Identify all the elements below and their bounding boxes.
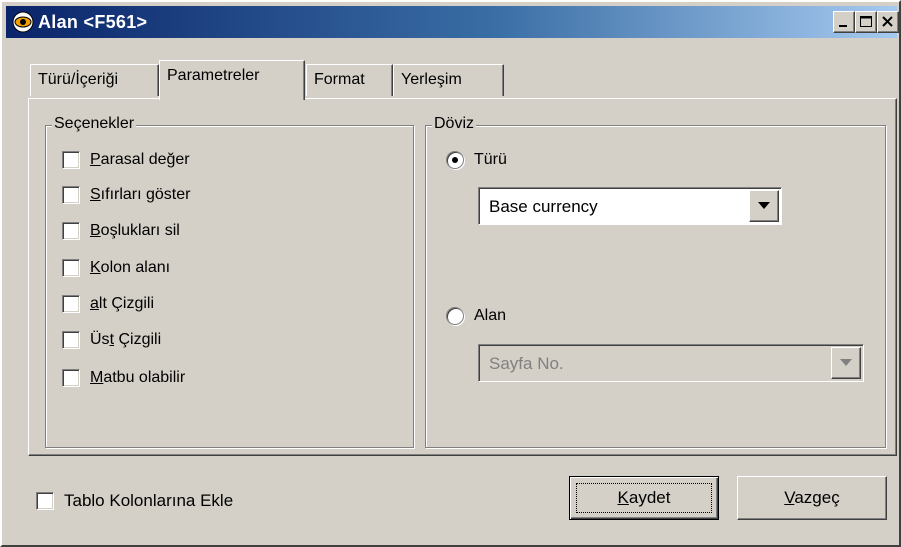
checkbox-column-field[interactable]: Kolon alanı [62,256,170,280]
currency-type-select[interactable]: Base currency [478,187,782,225]
chevron-down-icon [840,359,852,366]
checkbox-label: Tablo Kolonlarına Ekle [64,491,234,510]
tab-panel-parameters: Seçenekler Parasal değer Sıfırları göste… [28,98,897,456]
radio-button[interactable] [446,307,464,325]
radio-field[interactable]: Alan [446,304,506,328]
checkbox-box[interactable] [62,295,80,313]
radio-type[interactable]: Türü [446,148,507,172]
tab-label: Parametreler [167,67,260,84]
select-value: Base currency [489,197,598,216]
window-title: Alan <F561> [38,12,148,32]
options-group-title: Seçenekler [52,115,137,133]
checkbox-label: Parasal değer [90,151,190,168]
checkbox-label: Boşlukları sil [90,222,180,239]
dropdown-button[interactable] [831,347,861,379]
radio-button[interactable] [446,151,464,169]
checkbox-printable[interactable]: Matbu olabilir [62,366,185,390]
options-group: Seçenekler Parasal değer Sıfırları göste… [45,115,414,448]
dropdown-button[interactable] [749,190,779,222]
close-icon [882,16,893,27]
checkbox-box[interactable] [62,222,80,240]
tab-label: Yerleşim [401,71,462,88]
tab-format[interactable]: Format [306,64,393,96]
checkbox-box[interactable] [62,331,80,349]
focus-rect [576,483,712,513]
checkbox-label: Matbu olabilir [90,369,186,386]
currency-field-select[interactable]: Sayfa No. [478,344,864,382]
checkbox-box[interactable] [62,259,80,277]
button-label: Vazgeç [784,488,840,507]
checkbox-monetary-value[interactable]: Parasal değer [62,148,190,172]
checkbox-box[interactable] [62,369,80,387]
checkbox-label: Kolon alanı [90,259,171,276]
dialog-window: Alan <F561> Türü/İçeriği Parametreler Fo… [0,0,901,547]
radio-selected-dot [452,157,458,163]
radio-label: Alan [474,307,507,324]
maximize-button[interactable] [855,11,877,33]
checkbox-overline[interactable]: Üst Çizgili [62,328,161,352]
checkbox-box[interactable] [62,151,80,169]
checkbox-box[interactable] [62,186,80,204]
checkbox-box[interactable] [36,492,54,510]
currency-group-title: Döviz [432,115,477,133]
checkbox-label: alt Çizgili [90,295,155,312]
save-button[interactable]: Kaydet [569,476,719,520]
close-button[interactable] [877,11,899,33]
radio-label: Türü [474,151,507,168]
minimize-icon [839,25,847,27]
checkbox-trim-spaces[interactable]: Boşlukları sil [62,219,180,243]
eye-icon [12,11,34,33]
currency-group: Döviz Türü Base currency Alan Sayfa No. [425,115,886,448]
checkbox-add-to-table-columns[interactable]: Tablo Kolonlarına Ekle [36,489,233,513]
checkbox-underline[interactable]: alt Çizgili [62,292,154,316]
chevron-down-icon [758,202,770,209]
minimize-button[interactable] [833,11,855,33]
select-value: Sayfa No. [489,354,564,373]
tab-type-content[interactable]: Türü/İçeriği [30,64,159,96]
tab-label: Türü/İçeriği [38,71,119,88]
checkbox-label: Üst Çizgili [90,331,162,348]
tab-layout[interactable]: Yerleşim [393,64,504,96]
title-bar[interactable]: Alan <F561> [6,6,899,38]
checkbox-label: Sıfırları göster [90,186,191,203]
cancel-button[interactable]: Vazgeç [737,476,887,520]
tab-label: Format [314,71,365,88]
tab-parameters[interactable]: Parametreler [159,60,305,100]
checkbox-show-zeros[interactable]: Sıfırları göster [62,183,190,207]
maximize-icon [860,16,872,27]
